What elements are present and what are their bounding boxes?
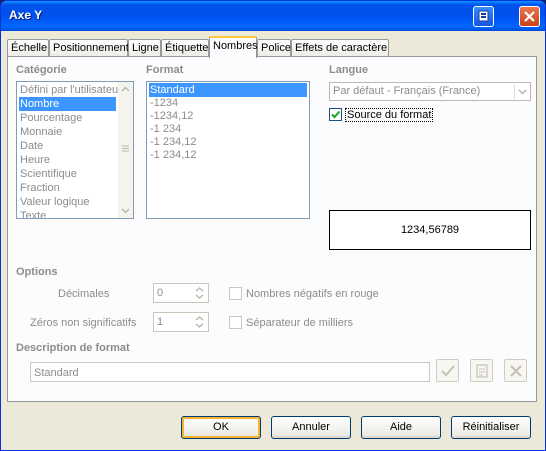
cancel-button[interactable]: Annuler <box>271 416 351 439</box>
tab-positionnement[interactable]: Positionnement <box>49 39 129 57</box>
source-format-checkbox[interactable] <box>329 108 342 121</box>
category-item[interactable]: Défini par l'utilisateur <box>19 83 122 97</box>
window-title: Axe Y <box>9 8 43 22</box>
help-icon[interactable] <box>473 6 494 27</box>
language-heading: Langue <box>329 64 369 76</box>
format-list[interactable]: Standard -1234 -1234,12 -1 234 -1 234,12… <box>146 81 310 219</box>
format-item[interactable]: -1 234 <box>149 122 181 136</box>
scroll-up-icon[interactable] <box>119 83 132 96</box>
checkmark-icon <box>331 110 341 119</box>
options-heading: Options <box>16 266 58 278</box>
category-item[interactable]: Valeur logique <box>19 195 116 209</box>
category-item[interactable]: Fraction <box>19 181 116 195</box>
tab-etiquette[interactable]: Étiquette <box>161 39 209 57</box>
tab-echelle[interactable]: Échelle <box>7 39 49 57</box>
scroll-down-icon[interactable] <box>119 204 132 217</box>
decimals-stepper[interactable]: 0 <box>153 283 209 303</box>
reset-button[interactable]: Réinitialiser <box>451 416 531 439</box>
category-item[interactable]: Pourcentage <box>19 111 116 125</box>
category-item[interactable]: Texte <box>19 209 116 218</box>
thousands-separator-checkbox[interactable] <box>229 316 242 329</box>
close-icon[interactable] <box>519 6 540 27</box>
title-bar[interactable]: Axe Y <box>1 1 545 31</box>
leading-zeros-value: 1 <box>157 316 164 328</box>
format-item-selected[interactable]: Standard <box>149 83 307 97</box>
thousands-separator-label: Séparateur de milliers <box>246 317 353 329</box>
category-heading: Catégorie <box>16 64 67 76</box>
format-preview: 1234,56789 <box>329 210 531 250</box>
scroll-grip-icon[interactable] <box>121 144 130 153</box>
format-code-heading: Description de format <box>16 342 130 354</box>
category-item[interactable]: Heure <box>19 153 116 167</box>
delete-format-button[interactable] <box>504 359 527 382</box>
dialog-window: Axe Y Échelle Positionnement Ligne Étiqu… <box>0 0 546 451</box>
dialog-body: Échelle Positionnement Ligne Étiquette N… <box>5 31 541 448</box>
spin-arrows-icon[interactable] <box>192 314 207 330</box>
format-item[interactable]: -1234,12 <box>149 109 193 123</box>
apply-format-button[interactable] <box>436 359 459 382</box>
negative-red-label: Nombres négatifs en rouge <box>246 288 379 300</box>
category-item[interactable]: Monnaie <box>19 125 116 139</box>
category-scrollbar[interactable] <box>118 82 133 218</box>
leading-zeros-label: Zéros non significatifs <box>30 317 137 329</box>
format-item[interactable]: -1 234,12 <box>149 135 196 149</box>
format-item[interactable]: -1 234,12 <box>149 148 196 162</box>
chevron-down-icon[interactable] <box>514 84 529 99</box>
category-item[interactable]: Scientifique <box>19 167 116 181</box>
language-select[interactable]: Par défaut - Français (France) <box>329 82 531 101</box>
note-edit-icon <box>476 364 488 378</box>
negative-red-checkbox[interactable] <box>229 287 242 300</box>
tab-nombres[interactable]: Nombres <box>209 36 258 58</box>
numbers-panel: Catégorie Défini par l'utilisateur Nombr… <box>7 56 537 402</box>
spin-arrows-icon[interactable] <box>192 285 207 301</box>
format-heading: Format <box>146 64 184 76</box>
source-format-label[interactable]: Source du format <box>345 108 434 122</box>
leading-zeros-stepper[interactable]: 1 <box>153 312 209 332</box>
checkmark-icon <box>441 365 455 377</box>
tab-effets-caractere[interactable]: Effets de caractère <box>291 39 389 57</box>
format-code-input[interactable]: Standard <box>30 362 430 382</box>
category-item[interactable]: Date <box>19 139 116 153</box>
edit-comment-button[interactable] <box>470 359 493 382</box>
decimals-label: Décimales <box>58 288 110 300</box>
category-item-selected[interactable]: Nombre <box>19 97 116 111</box>
tab-police[interactable]: Police <box>257 39 291 57</box>
language-value: Par défaut - Français (France) <box>333 85 481 97</box>
help-button[interactable]: Aide <box>361 416 441 439</box>
ok-button[interactable]: OK <box>181 416 261 439</box>
tab-ligne[interactable]: Ligne <box>128 39 161 57</box>
format-item[interactable]: -1234 <box>149 96 178 110</box>
delete-icon <box>510 365 522 377</box>
decimals-value: 0 <box>157 287 164 299</box>
category-list[interactable]: Défini par l'utilisateur Nombre Pourcent… <box>16 81 134 219</box>
